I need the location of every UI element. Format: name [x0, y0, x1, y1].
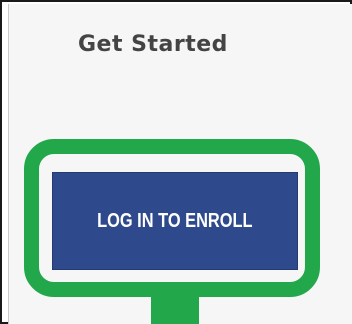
highlight-callout-pointer [151, 288, 199, 324]
log-in-to-enroll-button[interactable]: LOG IN TO ENROLL [52, 172, 298, 270]
section-title: Get Started [78, 32, 228, 57]
log-in-to-enroll-button-label: LOG IN TO ENROLL [97, 209, 253, 232]
